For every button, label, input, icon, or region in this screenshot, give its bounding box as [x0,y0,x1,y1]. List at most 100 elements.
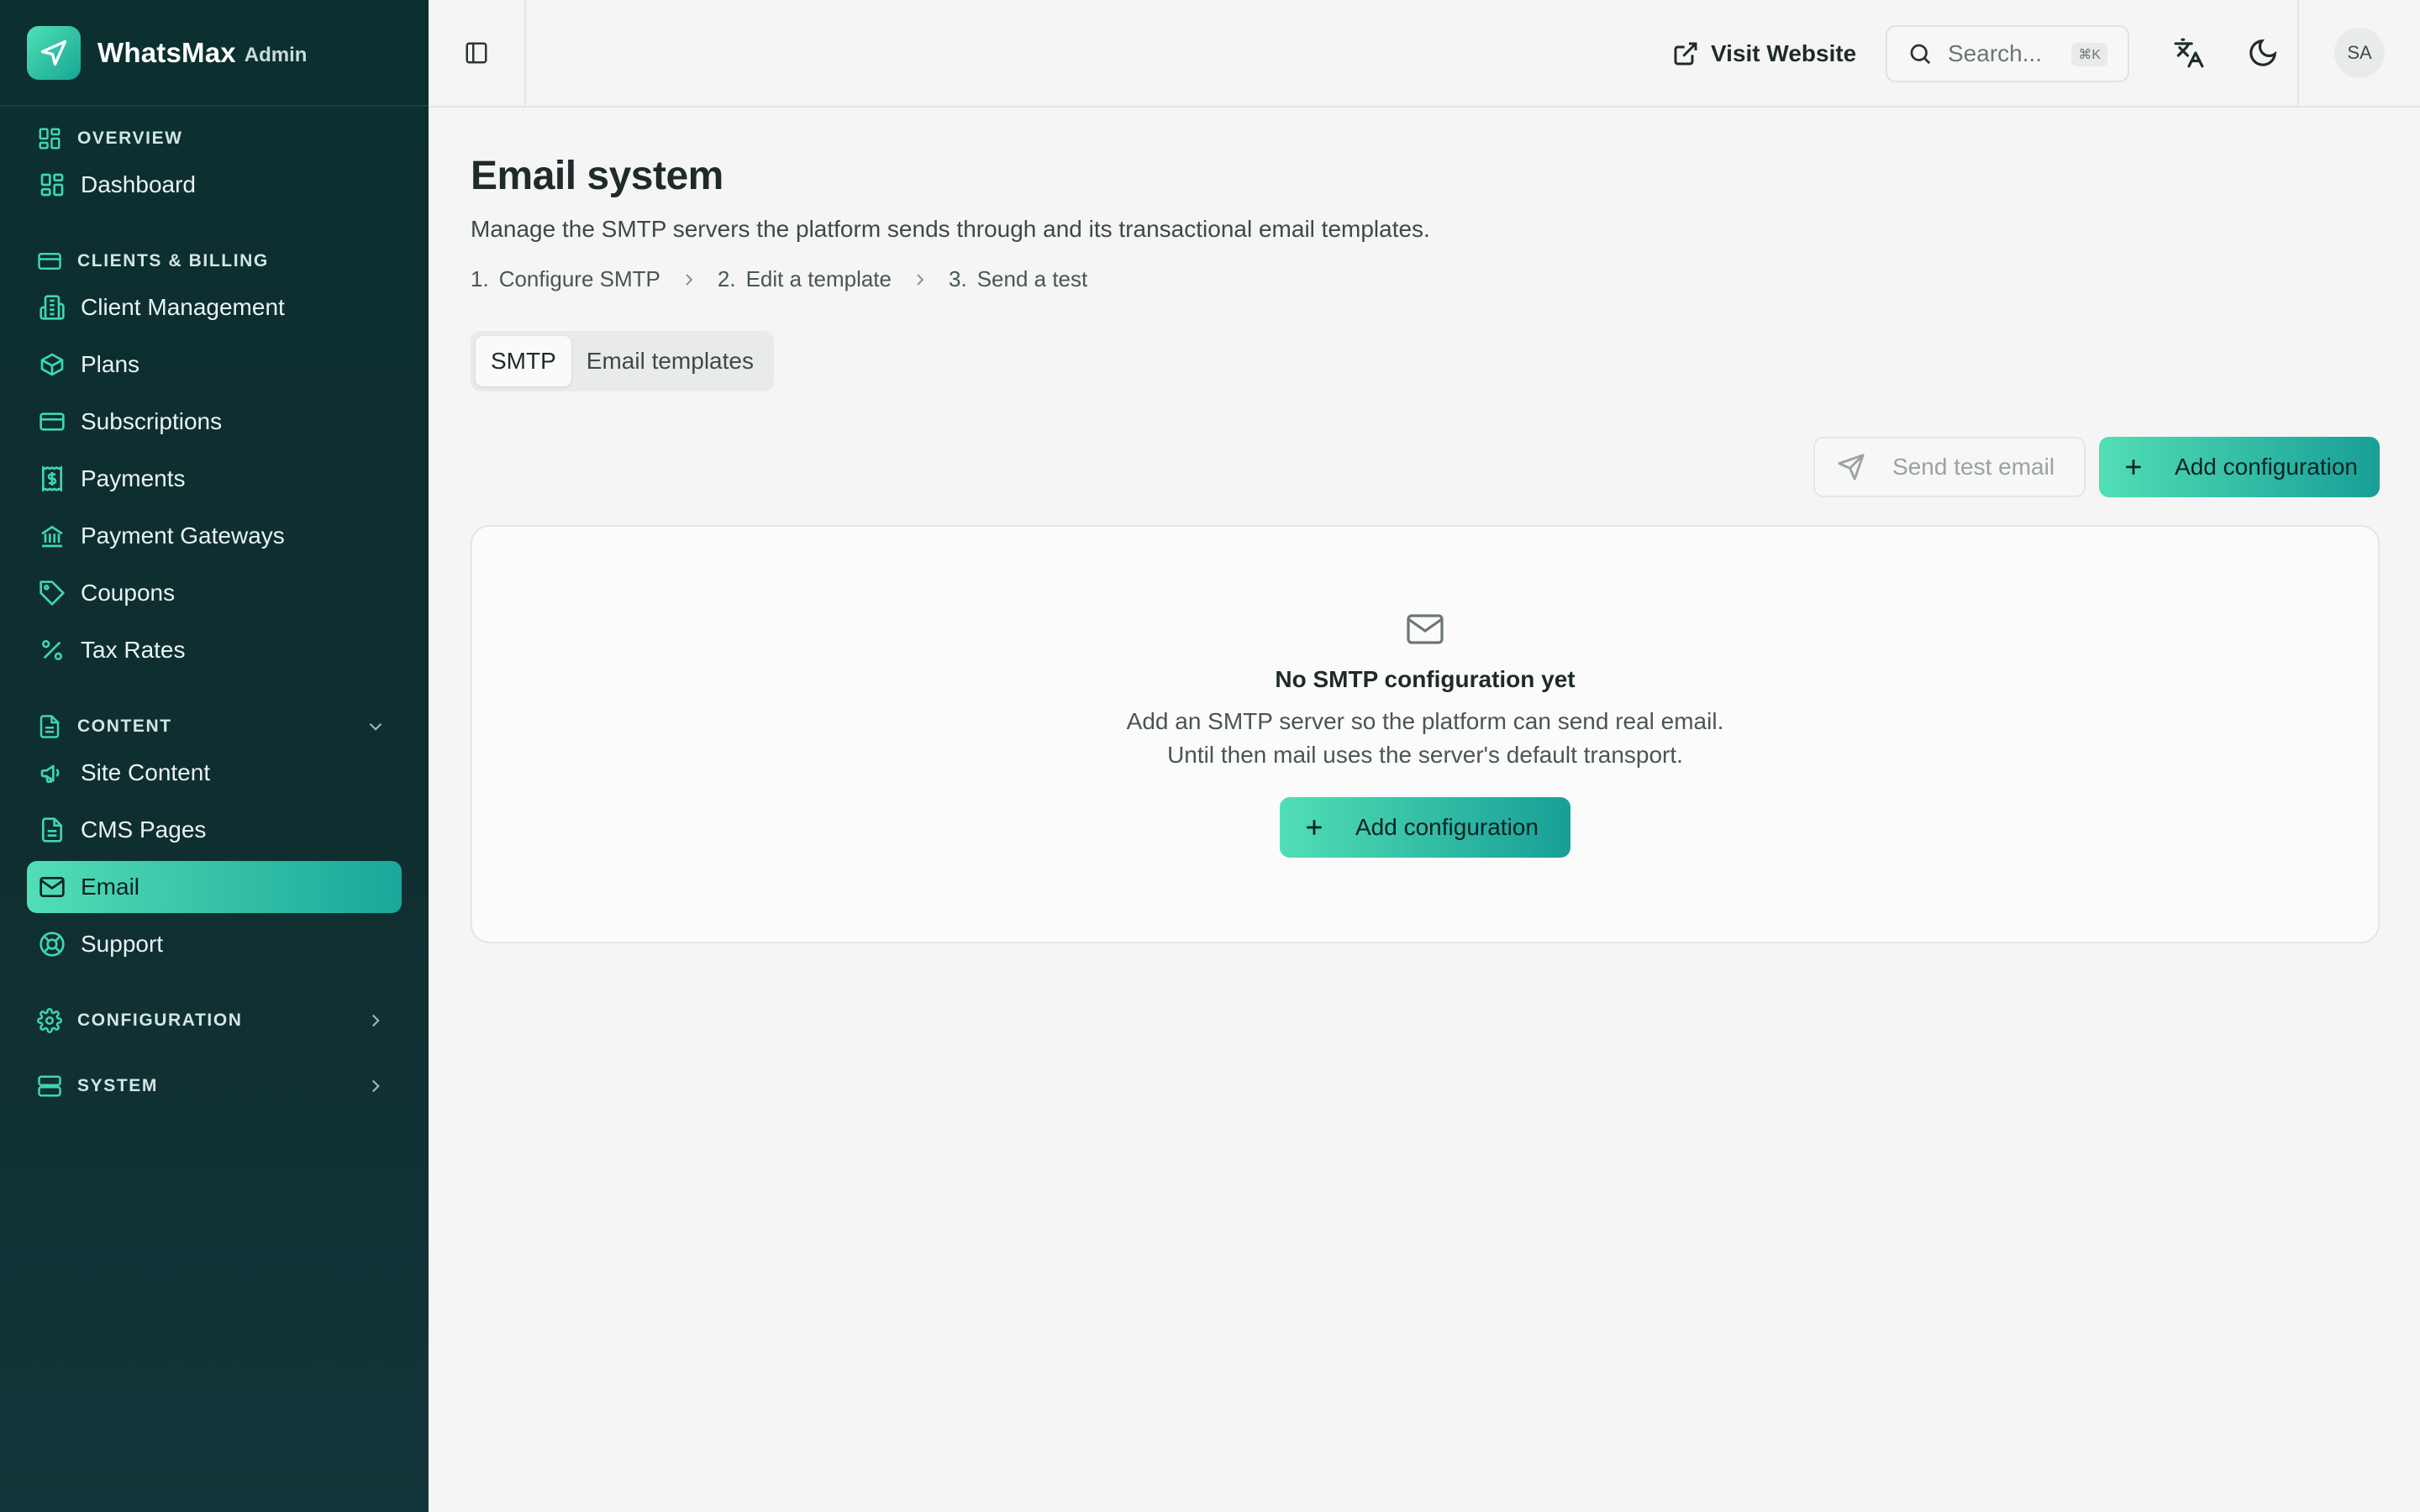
add-configuration-label: Add configuration [1355,814,1539,840]
server-icon [38,1075,61,1097]
sidebar-item-tax-rates[interactable]: Tax Rates [27,624,402,676]
sidebar-item-label: Coupons [81,580,176,606]
visit-website-link[interactable]: Visit Website [1672,34,1856,74]
sidebar-nav: OVERVIEW Dashboard CLIENTS & BILLING Cli… [0,107,429,1101]
step-number: 1. [471,266,489,291]
layout-dashboard-icon [39,128,60,150]
sidebar-item-site-content[interactable]: Site Content [27,747,402,799]
translate-icon[interactable] [2173,37,2205,69]
add-configuration-button[interactable]: Add configuration [1280,797,1570,858]
sidebar-item-payments[interactable]: Payments [27,453,402,505]
life-buoy-icon [39,932,65,957]
sidebar-item-email[interactable]: Email [27,861,402,913]
send-icon [1838,454,1865,480]
sidebar-item-label: CMS Pages [81,816,207,843]
steps-breadcrumb: 1. Configure SMTP 2. Edit a template 3. … [471,266,2380,292]
sidebar-item-payment-gateways[interactable]: Payment Gateways [27,510,402,562]
sidebar-item-label: Dashboard [81,171,196,197]
tag-icon [39,580,65,606]
section-configuration[interactable]: CONFIGURATION [27,1005,402,1036]
search-icon [1910,44,1931,65]
sidebar-item-label: Client Management [81,294,285,320]
percent-icon [42,640,62,660]
add-configuration-label: Add configuration [2175,454,2358,480]
brand[interactable]: WhatsMax Admin [0,0,429,107]
section-label: OVERVIEW [77,129,183,148]
sidebar-item-label: Payment Gateways [81,522,285,549]
step-configure-smtp: 1. Configure SMTP [471,266,660,292]
credit-card-icon [39,412,65,431]
sidebar-item-client-management[interactable]: Client Management [27,281,402,333]
empty-state-text: Until then mail uses the server's defaul… [1167,742,1683,768]
mail-icon [1407,614,1444,644]
brand-name: WhatsMax [97,36,236,68]
moon-icon[interactable] [2247,37,2279,69]
section-clients-billing: CLIENTS & BILLING [27,246,402,276]
send-test-email-label: Send test email [1892,454,2055,480]
section-overview: OVERVIEW [27,123,402,154]
file-text-icon [42,817,62,843]
layout-dashboard-icon [40,173,64,197]
receipt-dollar-icon [42,465,62,492]
mail-icon [39,877,65,897]
sidebar-item-subscriptions[interactable]: Subscriptions [27,396,402,448]
section-content[interactable]: CONTENT [27,711,402,742]
sidebar-item-label: Payments [81,465,186,491]
step-send-test: 3. Send a test [949,266,1087,292]
chevron-right-icon [371,1014,380,1027]
smtp-config-card: No SMTP configuration yet Add an SMTP se… [471,525,2380,943]
avatar: SA [2334,28,2385,78]
sidebar-item-label: Plans [81,351,140,377]
plus-icon [2126,459,2141,475]
tab-list: SMTP Email templates [471,331,774,391]
megaphone-icon [40,764,60,783]
sidebar-item-label: Support [81,931,164,957]
sidebar-item-label: Subscriptions [81,408,223,434]
action-bar: Send test email Add configuration [1813,437,2380,497]
brand-sub: Admin [244,43,308,66]
plus-icon [1307,820,1322,835]
sidebar-item-coupons[interactable]: Coupons [27,567,402,619]
visit-website-label: Visit Website [1711,40,1857,66]
sidebar-item-plans[interactable]: Plans [27,339,402,391]
search-placeholder: Search... [1948,40,2043,66]
sidebar-item-label: Site Content [81,759,211,785]
sidebar-toggle-button[interactable] [429,0,526,106]
chevron-right-icon [686,273,693,286]
tab-email-templates[interactable]: Email templates [571,336,769,386]
send-test-email-button[interactable]: Send test email [1813,437,2086,497]
search-input[interactable]: Search... ⌘K [1886,25,2129,82]
gear-icon [37,1008,62,1033]
step-label: Configure SMTP [498,266,660,291]
empty-state-text: Add an SMTP server so the platform can s… [1126,708,1724,734]
empty-state: No SMTP configuration yet Add an SMTP se… [472,609,2378,858]
sidebar-item-dashboard[interactable]: Dashboard [27,159,402,211]
step-edit-template: 2. Edit a template [718,266,892,292]
sidebar: WhatsMax Admin OVERVIEW Dashboard CLIENT… [0,0,429,1512]
tab-smtp[interactable]: SMTP [476,336,571,386]
search-shortcut-badge: ⌘K [2071,43,2107,66]
step-label: Send a test [976,266,1088,291]
section-label: CLIENTS & BILLING [77,251,269,270]
page-description: Manage the SMTP servers the platform sen… [471,216,1430,242]
section-system[interactable]: SYSTEM [27,1071,402,1101]
section-label: SYSTEM [77,1076,158,1095]
main-content: Email system Manage the SMTP servers the… [471,108,2380,943]
sidebar-item-label: Email [81,874,140,900]
page-title: Email system [471,154,723,198]
credit-card-icon [38,253,61,270]
add-configuration-button[interactable]: Add configuration [2099,437,2380,497]
chevron-right-icon [917,273,924,286]
user-menu[interactable]: SA [2297,0,2420,106]
section-label: CONFIGURATION [77,1011,243,1030]
sidebar-item-cms-pages[interactable]: CMS Pages [27,804,402,856]
step-number: 2. [717,266,736,291]
sidebar-item-support[interactable]: Support [27,918,402,970]
building-icon [39,295,65,320]
chevron-down-icon [369,722,382,731]
panel-left-icon [466,42,487,64]
step-number: 3. [949,266,967,291]
bank-icon [41,525,63,548]
external-link-icon [1674,42,1697,66]
empty-state-title: No SMTP configuration yet [1275,666,1576,692]
